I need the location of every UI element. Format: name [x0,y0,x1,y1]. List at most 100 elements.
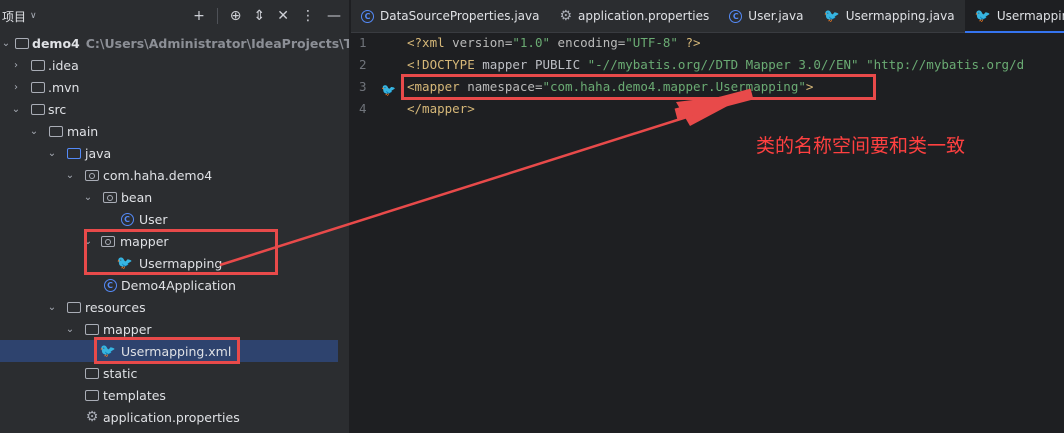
code-line-1: <?xml version="1.0" encoding="UTF-8" ?> [407,35,701,50]
code-line-3: <mapper namespace="com.haha.demo4.mapper… [407,79,814,94]
tree-item-label: bean [121,189,153,205]
more-options-icon[interactable]: ⋮ [301,8,315,24]
chevron-right-icon[interactable]: › [10,82,22,93]
spring-class-icon: C [102,277,118,293]
folder-icon [30,101,46,117]
tab-application-properties[interactable]: ⚙ application.properties [549,0,719,32]
hide-panel-icon[interactable]: — [327,8,341,24]
tree-item-label: .mvn [48,79,80,95]
tree-item-demo4application[interactable]: C Demo4Application [0,274,349,296]
gear-icon: ⚙ [559,8,573,24]
tree-item-label: application.properties [103,409,240,425]
chevron-down-icon[interactable]: ⌄ [0,38,12,49]
tree-item-bean[interactable]: ⌄ bean [0,186,349,208]
tab-usermapping-java[interactable]: 🐦 Usermapping.java [814,0,965,32]
mapper-icon: 🐦 [974,8,991,24]
mapper-icon: 🐦 [823,8,840,24]
tree-item-demo4[interactable]: ⌄ demo4 C:\Users\Administrator\IdeaProjec… [0,32,349,54]
mapper-icon: 🐦 [116,255,134,271]
folder-icon [84,321,100,337]
tab-usermapping-xml[interactable]: 🐦 Usermapping.xml ✕ [964,0,1064,33]
tab-label: DataSourceProperties.java [380,9,540,23]
chevron-down-icon[interactable]: ⌄ [82,192,94,203]
class-icon: C [729,9,743,23]
tree-item-label: mapper [103,321,152,337]
line-gutter: 1 2 3 🐦 4 [351,32,399,433]
chevron-right-icon[interactable]: › [10,60,22,71]
tab-label: Usermapping.xml [996,9,1064,23]
add-icon[interactable]: + [193,8,205,24]
mapper-icon: 🐦 [99,343,117,359]
tree-item-label: main [67,123,99,139]
chevron-down-icon[interactable]: ⌄ [82,236,94,247]
tree-item-src[interactable]: ⌄ src [0,98,349,120]
tree-item-mapper-package[interactable]: ⌄ mapper [0,230,349,252]
chevron-down-icon[interactable]: ⌄ [46,302,58,313]
annotation-text: 类的名称空间要和类一致 [756,135,966,157]
code-line-4: </mapper> [407,101,475,116]
module-folder-icon [14,35,30,51]
tree-item-templates[interactable]: templates [0,384,349,406]
line-number: 3 🐦 [351,76,399,98]
chevron-down-icon[interactable]: ⌄ [46,148,58,159]
package-icon [84,167,100,183]
tree-item-label: User [139,211,168,227]
tab-label: application.properties [578,9,710,23]
line-number: 2 [359,57,367,72]
folder-icon [30,57,46,73]
line-number: 1 [359,35,367,50]
class-icon: C [119,211,135,227]
folder-icon [84,365,100,381]
tree-item-label: resources [85,299,146,315]
project-panel-actions: + ⊕ ⇕ ✕ ⋮ — [193,0,341,32]
tree-item-user[interactable]: C User [0,208,349,230]
project-panel: 项目 ∨ + ⊕ ⇕ ✕ ⋮ — ⌄ demo4 C:\Users\Adminis… [0,0,349,433]
tree-item-mvn[interactable]: › .mvn [0,76,349,98]
tree-item-label: Usermapping [139,255,223,271]
project-tree: ⌄ demo4 C:\Users\Administrator\IdeaProjec… [0,32,349,428]
tree-item-java[interactable]: ⌄ java [0,142,349,164]
project-path: C:\Users\Administrator\IdeaProjects\Test… [85,35,349,51]
chevron-down-icon[interactable]: ⌄ [28,126,40,137]
tab-label: User.java [748,9,804,23]
expand-all-icon[interactable]: ⇕ [254,8,266,24]
tree-item-label: Demo4Application [121,277,236,293]
tree-item-label: src [48,101,67,117]
tree-item-resources-mapper[interactable]: ⌄ mapper [0,318,349,340]
tree-item-label: com.haha.demo4 [103,167,213,183]
tree-item-usermapping[interactable]: 🐦 Usermapping [0,252,349,274]
tree-item-label: static [103,365,138,381]
tree-item-label: .idea [48,57,79,73]
source-folder-icon [66,145,82,161]
folder-icon [48,123,64,139]
tree-item-label: Usermapping.xml [121,343,232,359]
project-view-selector[interactable]: 项目 ∨ [2,8,37,25]
tab-user-java[interactable]: C User.java [719,0,813,32]
locate-icon[interactable]: ⊕ [230,8,242,24]
tab-label: Usermapping.java [845,9,955,23]
line-number: 4 [359,101,367,116]
tree-item-package[interactable]: ⌄ com.haha.demo4 [0,164,349,186]
collapse-all-icon[interactable]: ✕ [277,8,289,24]
tree-item-idea[interactable]: › .idea [0,54,349,76]
project-panel-title: 项目 [2,9,27,24]
tree-item-static[interactable]: static [0,362,349,384]
tree-item-main[interactable]: ⌄ main [0,120,349,142]
package-icon [102,189,118,205]
tree-item-usermapping-xml[interactable]: 🐦 Usermapping.xml [0,340,338,362]
tree-item-application-properties[interactable]: ⚙ application.properties [0,406,349,428]
gear-icon: ⚙ [85,409,99,425]
editor-tabs: C DataSourceProperties.java ⚙ applicatio… [351,0,1064,33]
tree-item-label: demo4 C:\Users\Administrator\IdeaProjects… [32,36,349,51]
folder-icon [84,387,100,403]
project-panel-header: 项目 ∨ + ⊕ ⇕ ✕ ⋮ — [0,0,349,32]
code-area[interactable]: <?xml version="1.0" encoding="UTF-8" ?> … [407,32,1064,120]
tree-item-label: java [85,145,112,161]
separator [216,8,218,24]
chevron-down-icon[interactable]: ⌄ [64,170,76,181]
tab-datasourceproperties[interactable]: C DataSourceProperties.java [351,0,549,32]
chevron-down-icon[interactable]: ⌄ [64,324,76,335]
chevron-down-icon[interactable]: ⌄ [10,104,22,115]
folder-icon [30,79,46,95]
tree-item-resources[interactable]: ⌄ resources [0,296,349,318]
